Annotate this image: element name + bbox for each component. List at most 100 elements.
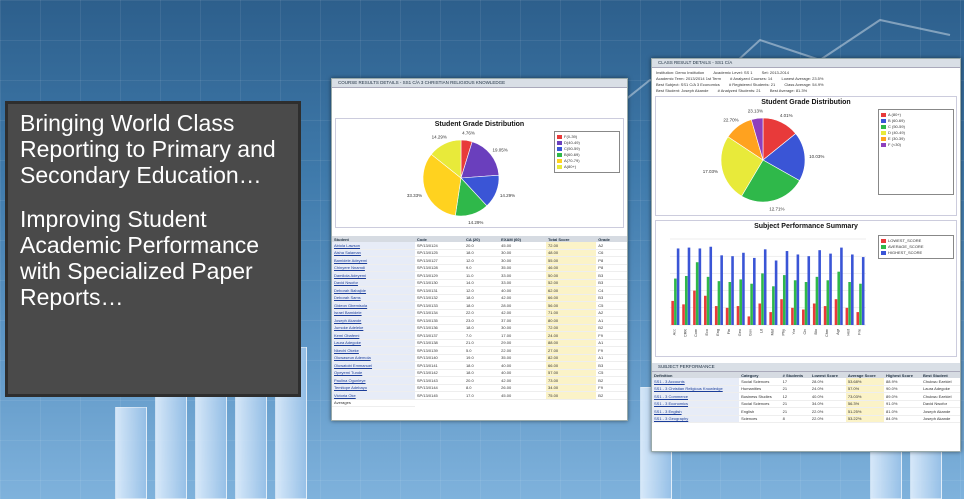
table-cell: Laura Adegoke [921,385,960,393]
bar [815,276,819,325]
table-row: Abiola Lawson SP/13/0124 20.0 45.00 72.00 A2 [332,242,627,250]
table-row: SS1 - 3 Christian Religious Knowledge Hum… [652,385,960,393]
table-row: Temitope Adebayo SP/13/0144 8.0 26.00 34.00 F… [332,384,627,392]
bar [791,307,794,325]
bar [859,283,862,325]
promo-headline: Bringing World Class Reporting to Primar… [20,110,276,188]
table-cell: SP/13/0139 [414,346,464,355]
table-cell: 42.00 [499,376,547,385]
student-link[interactable]: Oluwatobi Emmanuel [332,361,415,370]
subject-link[interactable]: SS1 - 3 Commerce [652,392,740,401]
student-link[interactable]: Israel Bamidele [332,309,415,317]
table-cell: 28.00 [499,301,547,310]
bar [676,248,680,325]
student-link[interactable]: Opeyemi Tunde [332,369,415,377]
table-cell: 62.00 [546,286,597,295]
table-cell: 66.00 [546,361,597,370]
table-cell: SP/13/0142 [414,369,464,377]
table-cell: 19.0 [463,354,500,362]
table-row: Oluwatobi Emmanuel SP/13/0141 18.0 40.00 66.… [332,361,627,370]
bar [684,275,688,325]
table-row: David Nwofor SP/13/0130 14.0 33.00 52.00 B3 [332,279,627,287]
table-row: Israel Bamidele SP/13/0134 22.0 42.00 71.00 A… [332,309,627,317]
table-cell: Humanities [739,385,781,393]
subject-link[interactable]: SS1 - 3 Economics [652,400,740,408]
student-link[interactable]: Abiola Lawson [332,242,415,250]
grade-distribution-chart: Student Grade Distribution 4.01% 10.03% 12… [655,96,957,216]
student-link[interactable]: David Nwofor [332,279,415,287]
student-link[interactable]: Joseph Akande [332,316,415,325]
table-cell: SP/13/0144 [414,384,464,392]
table-row: Bamidele Adeyemi SP/13/0127 12.0 30.00 55.00… [332,256,627,265]
bar [823,306,827,325]
student-link[interactable]: Paulina Ogunleye [332,376,415,385]
table-row: Jumoke Adeleke SP/13/0136 18.0 30.00 72.00 B2 [332,324,627,332]
student-link[interactable]: Kemi Obafemi [332,331,415,340]
table-cell: 56.3% [845,400,885,408]
table-cell: 18.0 [463,324,500,332]
table-cell: 90.0% [884,385,922,393]
student-link[interactable]: Oluwaseun Ademola [332,354,415,362]
bar [769,312,772,325]
pie-label: 33.33% [407,193,422,198]
table-cell: 35.00 [499,354,547,362]
subject-link[interactable]: SS1 - 3 Christian Religious Knowledge [652,385,740,393]
table-cell: A2 [596,242,627,250]
table-cell: 12.0 [463,286,500,295]
table-cell: Chukwu Ezekiel [921,392,960,401]
student-link[interactable]: Laura Adegoke [332,339,415,347]
table-cell: 34.00 [546,384,597,392]
table-cell: SP/13/0134 [414,309,464,317]
table-cell: 21 [780,400,810,408]
student-link[interactable]: Nkechi Okeke [332,346,415,355]
student-link[interactable]: Temitope Adebayo [332,384,415,392]
course-results-report: COURSE RESULTS DETAILS - SS1 C/A 3 CHRIS… [331,78,628,421]
bar [742,252,745,325]
table-cell: C5 [596,369,627,377]
bar [709,246,713,325]
student-link[interactable]: Jumoke Adeleke [332,324,415,332]
table-cell: 45.00 [499,391,547,400]
table-cell: 73.00 [546,376,597,385]
pie-label: 4.01% [780,113,793,118]
bar [753,257,756,325]
promo-subheadline: Improving Student Academic Performance w… [20,206,260,310]
table-cell: 72.00 [546,324,597,332]
table-cell: Business Studies [739,392,781,401]
bar [695,262,699,325]
bar [731,256,734,325]
table-row: SS1 - 3 Geography Sciences 8 22.0% 53.22% 84.… [652,415,960,423]
tick-label: Agr [836,328,840,335]
subject-link[interactable]: SS1 - 3 English [652,407,740,416]
bar [780,299,783,325]
table-row: Deborah Babajide SP/13/0131 12.0 40.00 62.00… [332,286,627,295]
table-cell: B3 [596,294,627,302]
student-link[interactable]: Bamidele Adeyemi [332,256,415,265]
student-link[interactable]: Victoria Oke [332,391,415,400]
student-link[interactable]: Aisha Salaman [332,249,415,257]
table-row: Opeyemi Tunde SP/13/0142 18.0 40.00 57.00 C5 [332,369,627,377]
table-cell: 45.00 [499,242,547,250]
table-cell: SP/13/0136 [414,324,464,332]
table-row: Damilola Adeyemi SP/13/0129 11.0 33.00 50.00… [332,271,627,280]
table-cell: 40.00 [499,369,547,377]
table-row: Victoria Oke SP/13/0145 17.0 45.00 75.00 B2 [332,391,627,400]
table-cell: 89.0% [884,392,922,401]
bar [845,307,849,325]
table-cell: 56.00 [546,301,597,310]
subject-link[interactable]: SS1 - 3 Geography [652,415,740,423]
pie-label: 17.03% [703,169,718,174]
table-cell: A2 [596,309,627,317]
report-meta-area [332,88,627,118]
student-link[interactable]: Deborah Sams [332,294,415,302]
student-link[interactable]: Deborah Babajide [332,286,415,295]
student-link[interactable]: Chinyere Nnamdi [332,264,415,272]
subject-link[interactable]: SS1 - 3 Accounts [652,378,740,386]
student-link[interactable]: Gideon Gbemisola [332,301,415,310]
legend-item: F (<30) [881,142,951,148]
student-link[interactable]: Damilola Adeyemi [332,271,415,280]
table-cell: 71.00 [546,309,597,317]
table-cell: 91.0% [884,400,922,408]
report-header: COURSE RESULTS DETAILS - SS1 C/A 3 CHRIS… [332,79,627,88]
table-cell: 17.00 [499,331,547,340]
